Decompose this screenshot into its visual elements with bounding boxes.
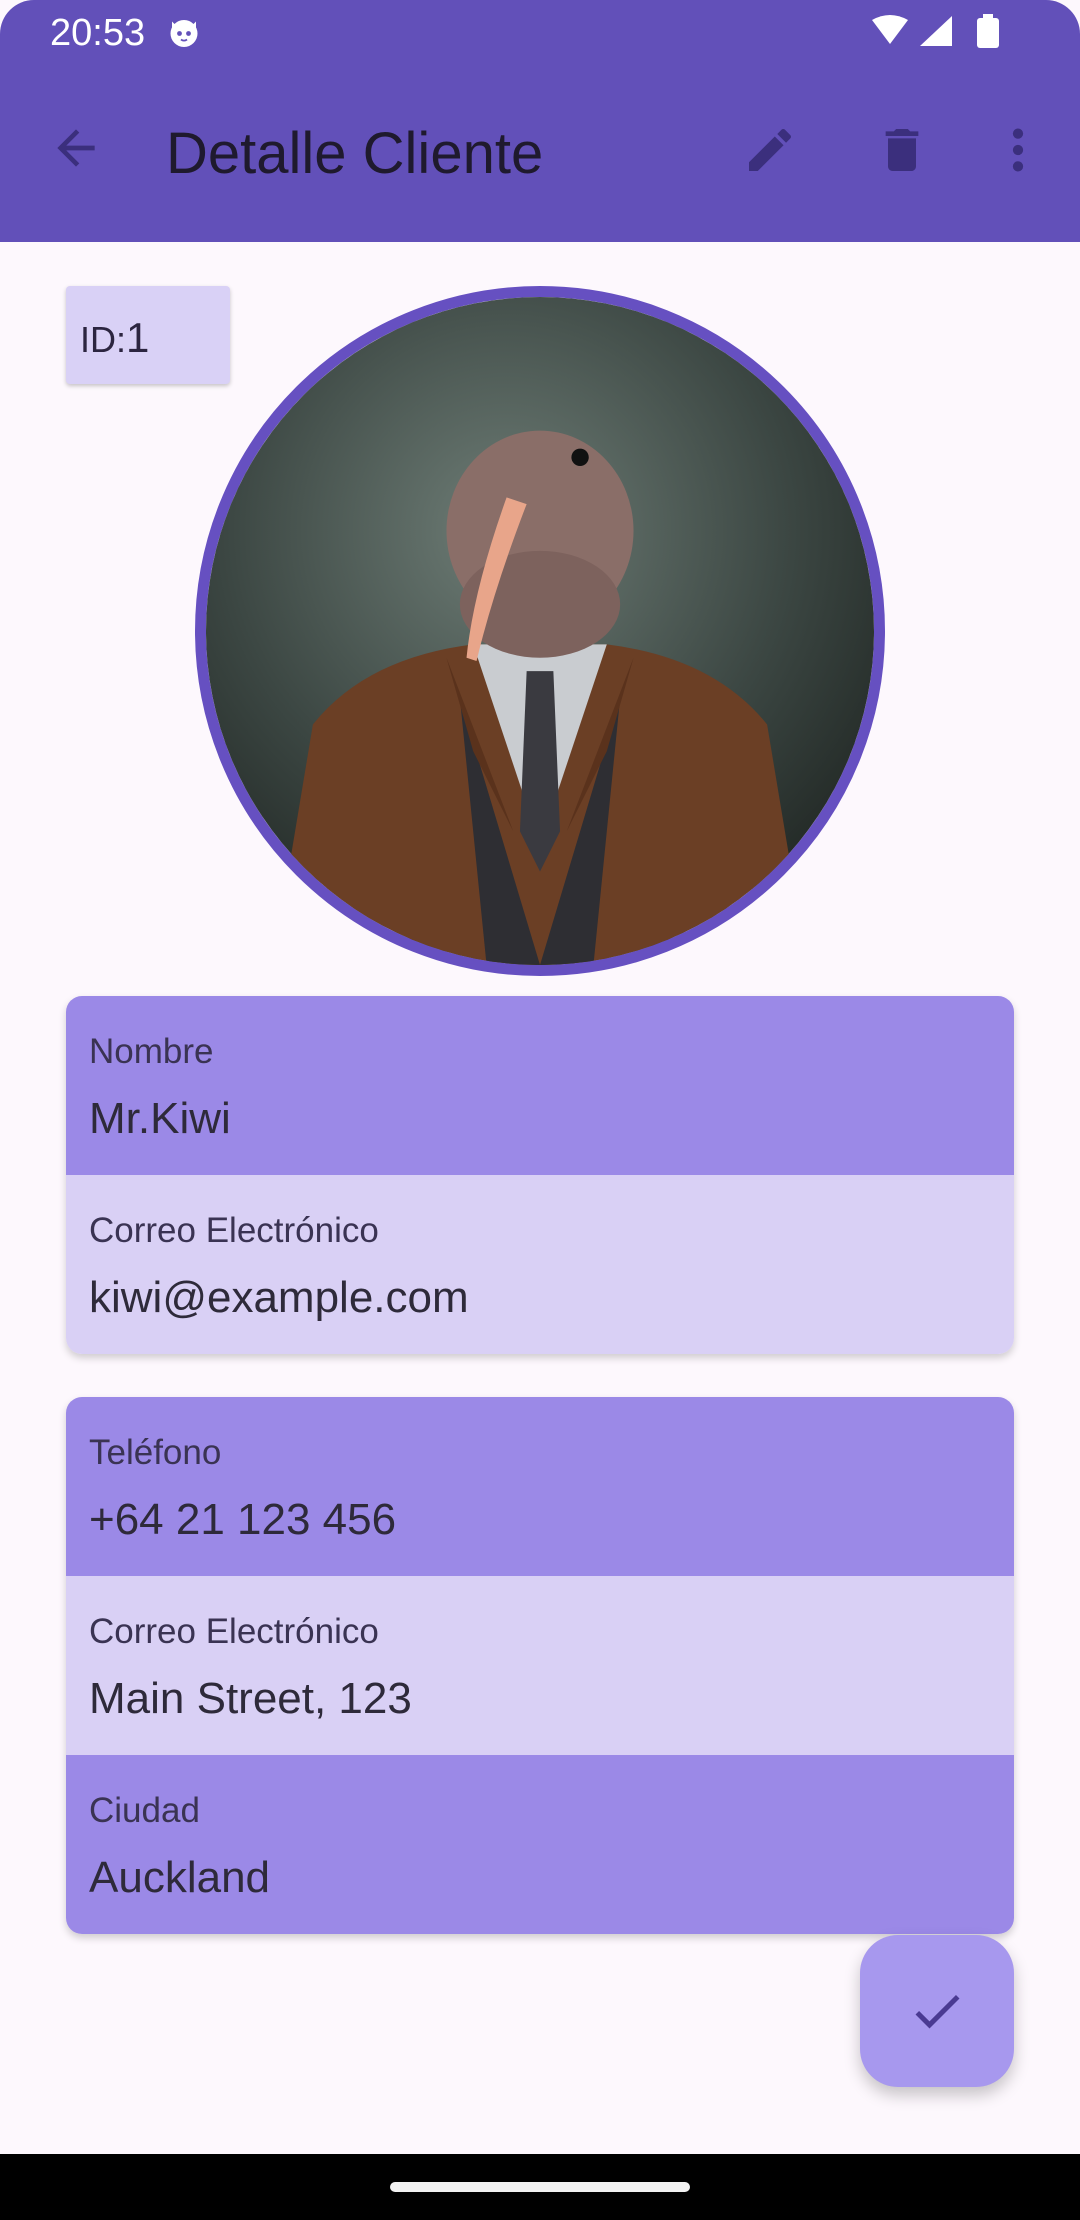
city-label: Ciudad (89, 1791, 200, 1830)
contact-card: Nombre Mr.Kiwi Correo Electrónico kiwi@e… (66, 996, 1014, 1354)
email-label: Correo Electrónico (89, 1211, 379, 1250)
wifi-icon (872, 15, 908, 44)
confirm-fab-button[interactable] (860, 1935, 1014, 2087)
city-field[interactable]: Ciudad Auckland (66, 1755, 1014, 1934)
email-value: kiwi@example.com (89, 1273, 469, 1322)
id-label: ID: (80, 319, 127, 360)
address-label: Correo Electrónico (89, 1612, 379, 1651)
client-photo[interactable] (195, 286, 885, 976)
home-gesture-handle[interactable] (390, 2182, 690, 2192)
kiwi-in-suit-image (206, 297, 874, 965)
city-value: Auckland (89, 1853, 271, 1902)
client-detail-screen: 20:53 Detalle Cliente ID:1 Nombre Mr.Kiw… (0, 0, 1080, 2220)
phone-label: Teléfono (89, 1433, 222, 1472)
address-value: Main Street, 123 (89, 1674, 412, 1723)
battery-icon (977, 14, 999, 48)
name-label: Nombre (89, 1032, 214, 1071)
details-card: Teléfono +64 21 123 456 Correo Electróni… (66, 1397, 1014, 1934)
status-bar: 20:53 (0, 0, 1080, 66)
top-app-bar: Detalle Cliente (0, 66, 1080, 242)
check-icon (915, 1994, 960, 2029)
status-time: 20:53 (50, 12, 146, 54)
id-badge: ID:1 (66, 286, 230, 384)
address-field[interactable]: Correo Electrónico Main Street, 123 (66, 1576, 1014, 1755)
id-value: 1 (126, 314, 150, 361)
signal-icon (920, 16, 952, 46)
system-navigation-bar (0, 2154, 1080, 2220)
phone-field[interactable]: Teléfono +64 21 123 456 (66, 1397, 1014, 1576)
trash-icon[interactable] (874, 122, 930, 178)
name-field[interactable]: Nombre Mr.Kiwi (66, 996, 1014, 1175)
name-value: Mr.Kiwi (89, 1094, 231, 1143)
phone-value: +64 21 123 456 (89, 1495, 397, 1544)
page-title: Detalle Cliente (166, 121, 544, 186)
more-vert-icon[interactable] (1000, 122, 1036, 178)
arrow-back-icon[interactable] (48, 120, 104, 176)
cat-face-icon (170, 20, 198, 47)
pencil-icon[interactable] (742, 122, 798, 178)
system-icons (872, 14, 999, 48)
email-field[interactable]: Correo Electrónico kiwi@example.com (66, 1175, 1014, 1354)
